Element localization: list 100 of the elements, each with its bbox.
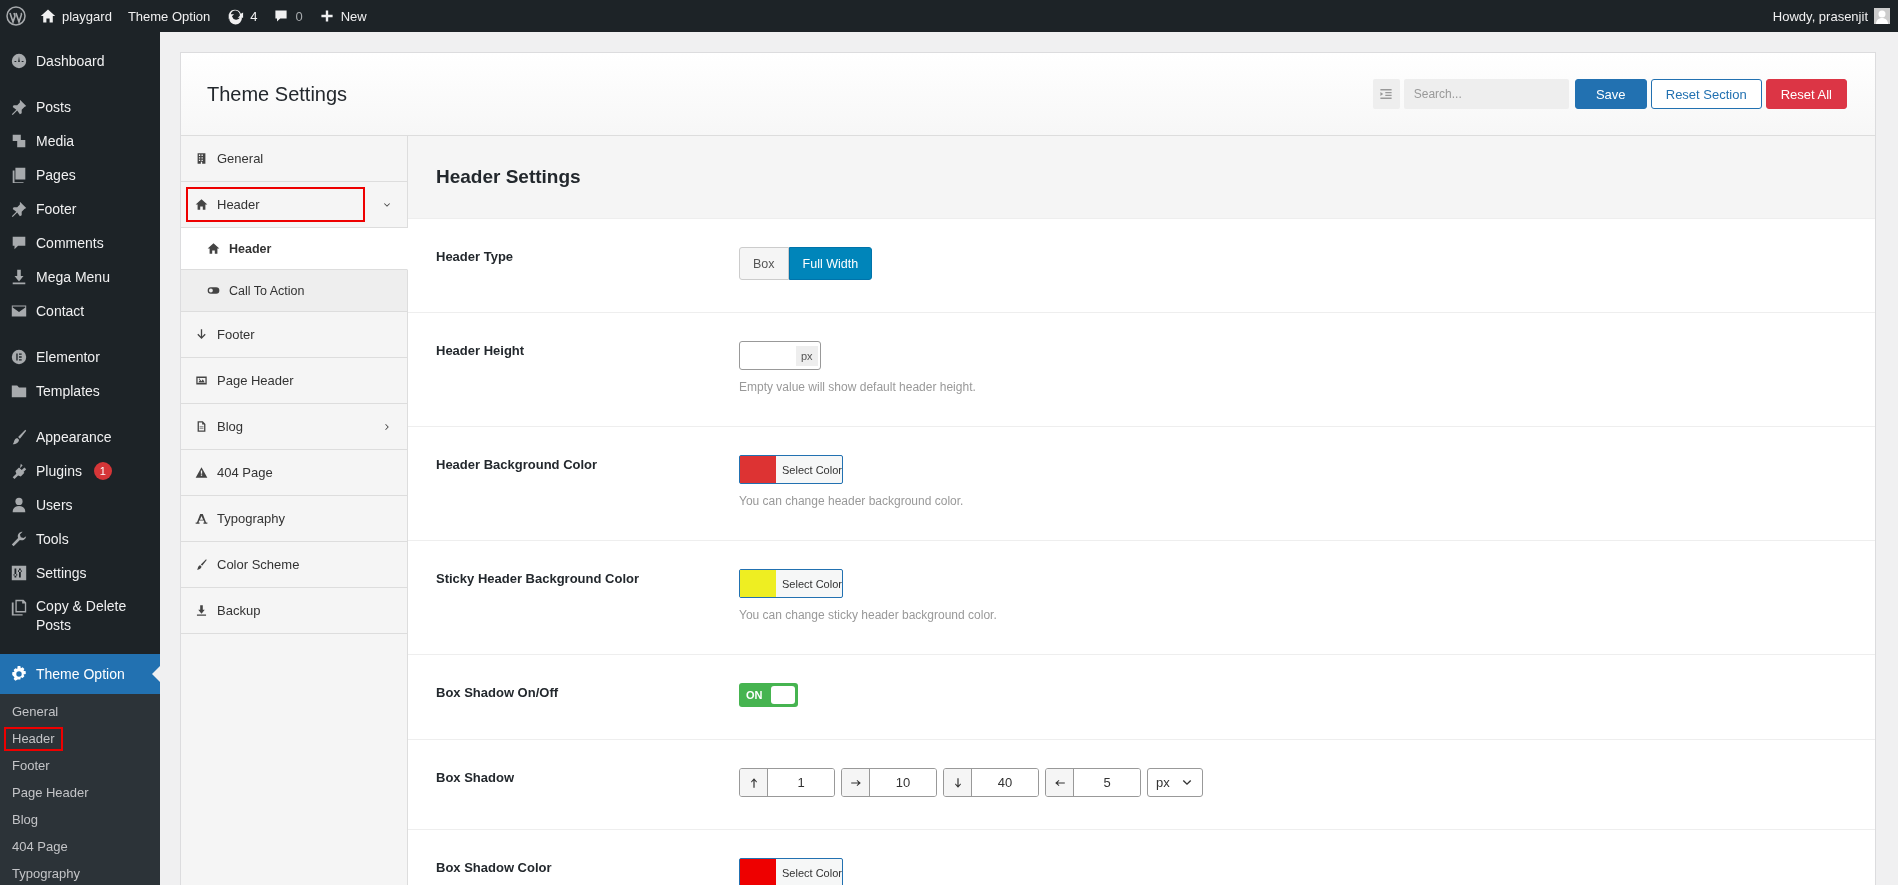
submenu-item[interactable]: Page Header (4, 781, 97, 805)
image-icon (195, 374, 208, 387)
shadow-offset-field[interactable]: 5 (1045, 768, 1141, 797)
field-description: You can change sticky header background color. (739, 608, 997, 622)
height-input-field[interactable]: px (739, 341, 821, 370)
sidebar-menu-item[interactable]: Dashboard (0, 44, 160, 78)
wordpress-logo-icon (6, 6, 26, 26)
field-label: Sticky Header Background Color (436, 570, 640, 588)
section-title: Header Settings (436, 166, 581, 188)
field-description: You can change header background color. (739, 494, 964, 508)
reset-all-button[interactable]: Reset All (1765, 79, 1847, 109)
submenu-item[interactable]: 404 Page (4, 835, 76, 859)
reset-section-button[interactable]: Reset Section (1650, 79, 1762, 109)
sidebar-menu-item[interactable]: Elementor (0, 340, 160, 374)
field-label: Header Height (436, 342, 526, 360)
settings-nav-item[interactable]: Backup (181, 588, 407, 634)
theme-option-link[interactable]: Theme Option (127, 8, 211, 24)
settings-nav-item[interactable]: 404 Page (181, 450, 407, 496)
sidebar-menu-item[interactable]: Settings (0, 556, 160, 590)
sidebar-menu-item[interactable]: Posts (0, 90, 160, 124)
sidebar-menu-item[interactable]: Pages (0, 158, 160, 192)
pushpin-icon (10, 200, 28, 218)
expand-toggle-button[interactable] (1372, 79, 1400, 109)
field-label: Header Type (436, 248, 515, 266)
sidebar-menu-item[interactable]: Users (0, 488, 160, 522)
new-link[interactable]: New (340, 8, 367, 24)
header-type-option[interactable]: Box (739, 247, 789, 280)
field-label: Box Shadow Color (436, 859, 553, 877)
elementor-icon (10, 348, 28, 366)
paintbrush-icon (195, 558, 208, 571)
speech-bubble-icon (273, 8, 290, 24)
settings-nav-item[interactable]: Header (181, 182, 407, 228)
arrow-down-icon (195, 328, 208, 341)
comments-count[interactable]: 0 (295, 8, 303, 24)
submenu-item[interactable]: Blog (4, 808, 47, 832)
submenu-item[interactable]: Typography (4, 862, 88, 885)
building-icon (195, 152, 208, 165)
letter-a-icon (195, 512, 208, 525)
home-icon (195, 198, 208, 211)
sliders-icon (10, 564, 28, 582)
settings-nav-item[interactable]: Page Header (181, 358, 407, 404)
header-type-option[interactable]: Full Width (788, 247, 873, 280)
settings-nav-item[interactable]: Blog (181, 404, 407, 450)
unit-label: px (796, 345, 818, 366)
sidebar-menu-item[interactable]: Mega Menu (0, 260, 160, 294)
settings-icon (10, 665, 28, 683)
shadow-offset-field[interactable]: 1 (739, 768, 835, 797)
greeting-link[interactable]: Howdy, prasenjit (1772, 8, 1868, 24)
settings-nav-item[interactable]: General (181, 136, 407, 182)
pushpin-icon (10, 98, 28, 116)
submenu-item[interactable]: Footer (4, 754, 58, 778)
field-description: Empty value will show default header height. (739, 380, 976, 394)
settings-nav-item[interactable]: Color Scheme (181, 542, 407, 588)
sidebar-menu-item[interactable]: Plugins 1 (0, 454, 160, 488)
toggle-icon (207, 284, 220, 297)
sidebar-menu-item[interactable]: Templates (0, 374, 160, 408)
sidebar-menu-item[interactable]: Tools (0, 522, 160, 556)
updates-count[interactable]: 4 (250, 8, 258, 24)
settings-nav-item[interactable]: Footer (181, 312, 407, 358)
sidebar-menu-item[interactable]: Comments (0, 226, 160, 260)
refresh-icon (226, 7, 245, 25)
pages-icon (10, 166, 28, 184)
wrench-icon (10, 530, 28, 548)
panel-title: Theme Settings (207, 82, 349, 106)
field-label: Box Shadow (436, 769, 515, 787)
home-icon (40, 8, 56, 24)
settings-subnav-item[interactable]: Header (181, 228, 408, 270)
submenu-item[interactable]: Header (4, 727, 63, 751)
submenu-item[interactable]: General (4, 700, 67, 724)
settings-nav-item[interactable]: Typography (181, 496, 407, 542)
avatar-icon (1874, 8, 1890, 24)
home-icon (207, 242, 220, 255)
shadow-offset-field[interactable]: 10 (841, 768, 937, 797)
sidebar-menu-item[interactable]: Theme Option (0, 654, 160, 694)
paintbrush-icon (10, 428, 28, 446)
media-icon (10, 132, 28, 150)
sidebar-menu-item[interactable]: Contact (0, 294, 160, 328)
plus-icon (318, 8, 335, 24)
unit-dropdown[interactable]: px (1147, 768, 1203, 797)
search-field[interactable]: Search... (1403, 79, 1569, 109)
document-icon (195, 420, 208, 433)
color-picker-button[interactable]: Select Color (739, 455, 843, 484)
download-icon (10, 268, 28, 286)
sidebar-menu-item[interactable]: Footer (0, 192, 160, 226)
save-button[interactable]: Save (1574, 79, 1647, 109)
indent-list-icon (1379, 87, 1394, 101)
sidebar-menu-item[interactable]: Media (0, 124, 160, 158)
field-label: Header Background Color (436, 456, 599, 474)
gauge-icon (10, 52, 28, 70)
plug-icon (10, 462, 28, 480)
site-name-link[interactable]: playgard (62, 8, 112, 24)
color-picker-button[interactable]: Select Color (739, 569, 843, 598)
field-label: Box Shadow On/Off (436, 684, 560, 702)
sidebar-menu-item[interactable]: Appearance (0, 420, 160, 454)
copy-document-icon (10, 598, 28, 616)
color-picker-button[interactable]: Select Color (739, 858, 843, 885)
shadow-offset-field[interactable]: 40 (943, 768, 1039, 797)
settings-subnav-item[interactable]: Call To Action (181, 270, 407, 312)
warning-icon (195, 466, 208, 479)
sidebar-menu-item[interactable]: Copy & Delete Posts (0, 590, 160, 642)
